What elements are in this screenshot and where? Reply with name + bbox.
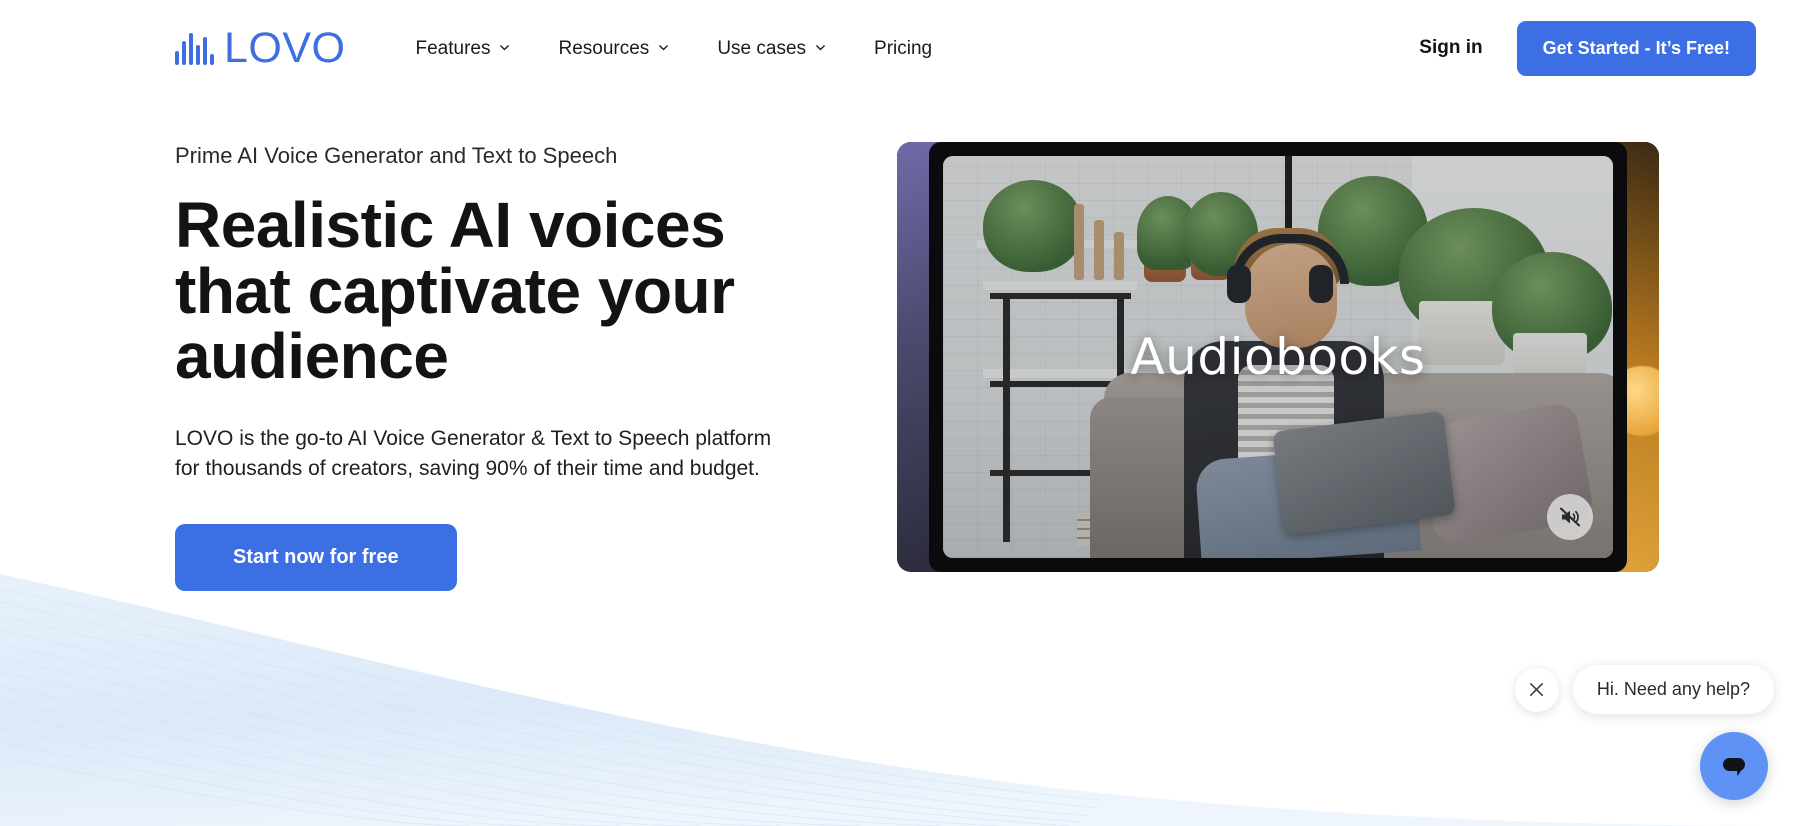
get-started-button[interactable]: Get Started - It’s Free! [1516, 20, 1756, 76]
brand-name: LOVO [224, 23, 346, 72]
nav-item-pricing[interactable]: Pricing [850, 29, 956, 68]
chat-prompt-row: Hi. Need any help? [1514, 665, 1774, 714]
hero-media: Audiobooks [875, 142, 1756, 591]
logo-link[interactable]: LOVO [175, 23, 346, 72]
close-icon[interactable] [1514, 667, 1559, 712]
landing-page: LOVO Features Resources Use cases Pricin… [0, 0, 1800, 826]
chevron-down-icon [499, 42, 510, 53]
main-navigation: Features Resources Use cases Pricing [392, 29, 957, 68]
video-carousel[interactable]: Audiobooks [897, 142, 1659, 572]
chat-bubble-icon[interactable] [1700, 732, 1768, 800]
nav-item-resources[interactable]: Resources [534, 29, 693, 68]
hero-section: Prime AI Voice Generator and Text to Spe… [0, 96, 1800, 591]
start-now-button[interactable]: Start now for free [175, 523, 457, 591]
carousel-slide-active[interactable]: Audiobooks [943, 156, 1613, 558]
page-title: Realistic AI voices that captivate your … [175, 188, 735, 393]
nav-item-use-cases[interactable]: Use cases [693, 29, 850, 68]
site-header: LOVO Features Resources Use cases Pricin… [0, 0, 1800, 96]
nav-label-use-cases: Use cases [717, 37, 807, 59]
mute-speaker-icon[interactable] [1547, 494, 1593, 540]
nav-item-features[interactable]: Features [392, 29, 535, 68]
chat-greeting-message[interactable]: Hi. Need any help? [1572, 665, 1774, 714]
waveform-icon [175, 31, 214, 65]
sign-in-link[interactable]: Sign in [1405, 27, 1496, 69]
header-actions: Sign in Get Started - It’s Free! [1405, 20, 1756, 76]
nav-label-pricing: Pricing [874, 37, 933, 59]
hero-description: LOVO is the go-to AI Voice Generator & T… [175, 427, 772, 481]
nav-label-resources: Resources [558, 37, 650, 59]
chevron-down-icon [658, 42, 669, 53]
hero-eyebrow: Prime AI Voice Generator and Text to Spe… [175, 143, 618, 168]
hero-copy: Prime AI Voice Generator and Text to Spe… [175, 142, 835, 591]
chevron-down-icon [815, 42, 826, 53]
video-caption: Audiobooks [1130, 328, 1426, 386]
nav-label-features: Features [415, 37, 491, 59]
